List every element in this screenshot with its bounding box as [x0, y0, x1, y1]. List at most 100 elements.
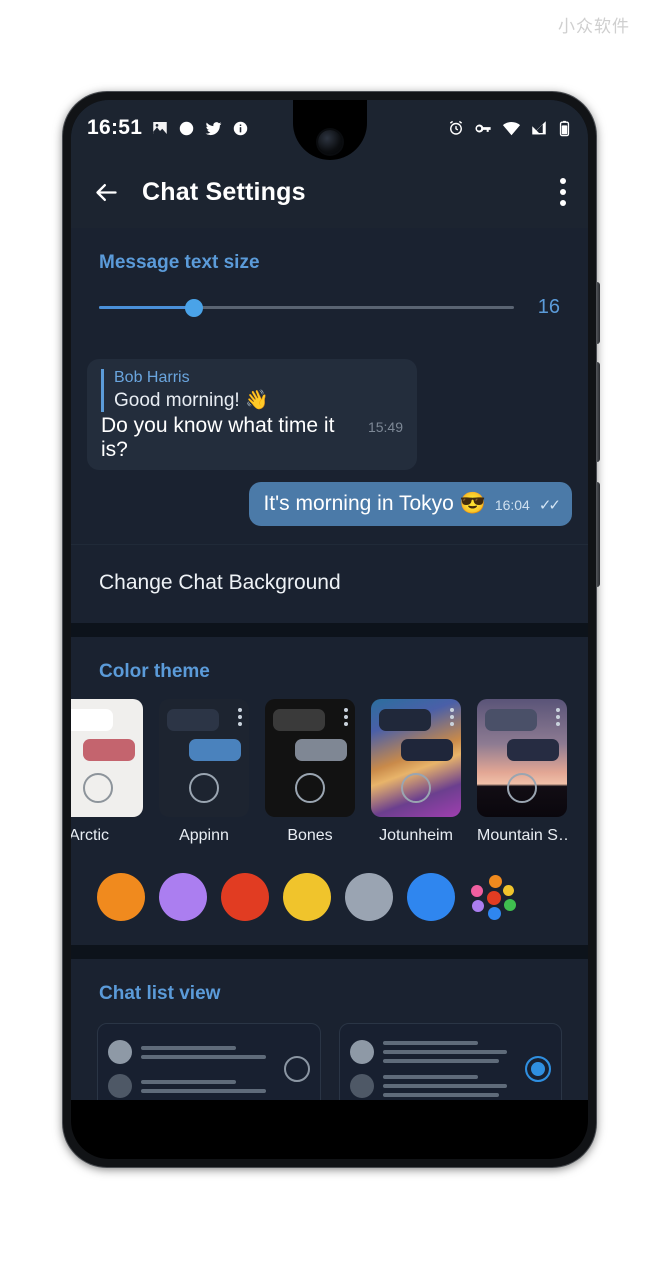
battery-icon — [559, 120, 570, 136]
accent-swatch-yellow[interactable] — [283, 873, 331, 921]
preview-avatar — [349, 1040, 374, 1064]
change-chat-background-row[interactable]: Change Chat Background — [71, 544, 588, 621]
chat-list-view-option-0[interactable] — [97, 1023, 321, 1100]
theme-thumbnail[interactable] — [265, 699, 355, 817]
read-receipt-icon: ✓✓ — [538, 497, 561, 514]
app-bar: Chat Settings — [71, 156, 588, 228]
theme-select-radio[interactable] — [189, 773, 219, 803]
theme-preview-bubble-incoming — [167, 709, 219, 731]
chat-list-view-radio[interactable] — [525, 1056, 551, 1082]
chat-preview: Bob Harris Good morning! 👋 Do you know w… — [71, 345, 588, 544]
theme-name-label: Appinn — [179, 827, 229, 844]
theme-thumbnail[interactable] — [477, 699, 567, 817]
preview-avatar — [108, 1040, 132, 1064]
section-divider-2 — [71, 945, 588, 959]
theme-select-radio[interactable] — [83, 773, 113, 803]
accent-swatch-blue[interactable] — [407, 873, 455, 921]
accent-swatch-purple[interactable] — [159, 873, 207, 921]
signal-icon — [532, 121, 546, 135]
theme-select-radio[interactable] — [295, 773, 325, 803]
side-button-top[interactable] — [596, 282, 600, 344]
preview-line — [141, 1045, 237, 1050]
phone-device-frame: 16:51 Chat Settings Message text size 16… — [63, 92, 600, 1167]
chat-list-view-title: Chat list view — [99, 983, 221, 1004]
preview-chat-row — [349, 1040, 516, 1064]
phone-screen: 16:51 Chat Settings Message text size 16… — [71, 100, 588, 1100]
status-bar-right — [447, 119, 572, 138]
theme-card-bones[interactable]: Bones — [265, 699, 355, 845]
settings-content: Message text size 16 Bob Harris Good mor… — [71, 228, 588, 1100]
incoming-message-bubble: Bob Harris Good morning! 👋 Do you know w… — [87, 359, 417, 470]
side-button-volume[interactable] — [596, 362, 600, 462]
back-arrow-icon[interactable] — [93, 179, 120, 206]
theme-preview-bubble-outgoing — [189, 739, 241, 761]
circle-icon — [179, 121, 194, 135]
theme-preview-bubble-incoming — [379, 709, 431, 731]
theme-overflow-icon[interactable] — [450, 708, 454, 726]
theme-preview-bubble-outgoing — [295, 739, 347, 761]
theme-select-radio[interactable] — [507, 773, 537, 803]
chat-list-view-radio[interactable] — [283, 1056, 310, 1082]
theme-thumbnail[interactable] — [159, 699, 249, 817]
theme-thumbnail[interactable] — [371, 699, 461, 817]
custom-color-picker-icon[interactable] — [469, 873, 517, 921]
info-icon — [233, 121, 248, 135]
color-theme-section: Color theme Arctic Appinn Bones Jotunheim Mo… — [71, 637, 588, 945]
theme-overflow-icon[interactable] — [344, 708, 348, 726]
status-bar: 16:51 — [71, 100, 588, 160]
accent-swatch-red[interactable] — [221, 873, 269, 921]
incoming-message-time: 15:49 — [367, 419, 403, 435]
preview-text-lines — [382, 1075, 516, 1097]
preview-line — [141, 1054, 266, 1059]
preview-text-lines — [141, 1045, 274, 1059]
slider-thumb[interactable] — [185, 298, 204, 317]
preview-line — [382, 1041, 478, 1045]
preview-text-lines — [382, 1041, 516, 1063]
theme-name-label: Jotunheim — [379, 827, 453, 844]
theme-card-mountains[interactable]: Mountain S… — [477, 699, 567, 845]
theme-carousel[interactable]: Arctic Appinn Bones Jotunheim Mountain S… — [71, 683, 588, 855]
theme-preview-bubble-outgoing — [507, 739, 559, 761]
preview-chat-row — [108, 1074, 274, 1098]
theme-overflow-icon[interactable] — [556, 708, 560, 726]
theme-overflow-icon[interactable] — [238, 708, 242, 726]
quoted-reply: Bob Harris Good morning! 👋 — [101, 369, 403, 412]
overflow-menu-icon[interactable] — [560, 178, 566, 206]
theme-card-appinn[interactable]: Appinn — [159, 699, 249, 845]
image-icon — [153, 122, 167, 134]
preview-line — [382, 1075, 478, 1079]
front-camera — [317, 130, 342, 154]
theme-select-radio[interactable] — [401, 773, 431, 803]
text-size-slider-track[interactable] — [99, 298, 514, 317]
wifi-icon — [502, 121, 521, 135]
accent-color-swatches[interactable] — [71, 855, 588, 943]
preview-text-lines — [141, 1079, 274, 1093]
theme-card-jotunheim[interactable]: Jotunheim — [371, 699, 461, 845]
preview-line — [141, 1088, 266, 1093]
preview-avatar — [108, 1074, 132, 1098]
preview-line — [382, 1050, 508, 1054]
outgoing-message-time: 16:04 — [494, 497, 530, 513]
chat-list-view-options[interactable] — [71, 1005, 588, 1100]
message-text-size-title: Message text size — [99, 252, 260, 273]
outgoing-message-text: It's morning in Tokyo 😎 — [263, 492, 486, 515]
status-clock: 16:51 — [87, 116, 143, 139]
accent-swatch-orange[interactable] — [97, 873, 145, 921]
status-bar-left: 16:51 — [87, 116, 249, 140]
preview-line — [382, 1059, 500, 1063]
text-size-slider-row[interactable]: 16 — [71, 274, 588, 345]
preview-chat-row — [108, 1040, 274, 1064]
message-text-size-section: Message text size 16 Bob Harris Good mor… — [71, 228, 588, 623]
vpn-key-icon — [475, 124, 491, 132]
theme-card-arctic[interactable]: Arctic — [71, 699, 143, 845]
theme-thumbnail[interactable] — [71, 699, 143, 817]
reply-text: Good morning! 👋 — [114, 390, 269, 411]
incoming-message-text: Do you know what time it is? — [101, 414, 335, 461]
theme-preview-bubble-outgoing — [401, 739, 453, 761]
page-title: Chat Settings — [142, 177, 306, 206]
side-button-power[interactable] — [596, 482, 600, 587]
accent-swatch-gray[interactable] — [345, 873, 393, 921]
preview-line — [141, 1079, 237, 1084]
chat-list-view-option-1[interactable] — [338, 1023, 562, 1100]
preview-avatar — [349, 1074, 374, 1098]
